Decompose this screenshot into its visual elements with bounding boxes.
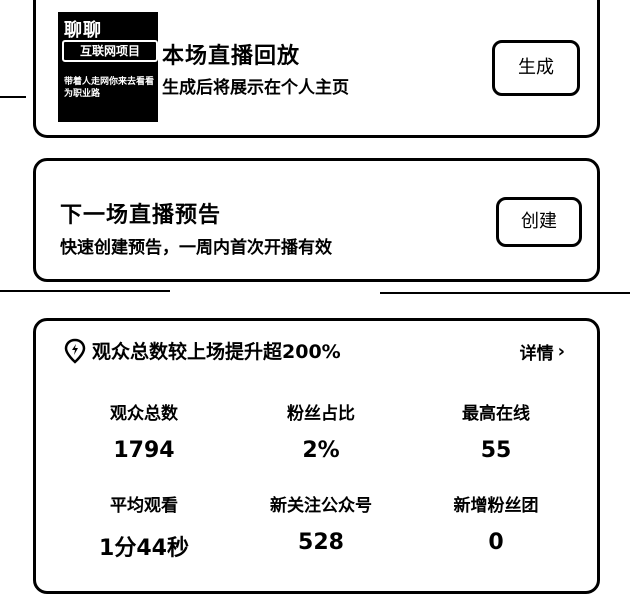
stat-fan-ratio: 粉丝占比 2% xyxy=(241,399,401,463)
stat-new-followers: 新关注公众号 528 xyxy=(241,491,401,555)
stat-label: 最高在线 xyxy=(462,404,530,424)
thumbnail-title: 聊聊 xyxy=(64,20,102,41)
stat-avg-watch: 平均观看 1分44秒 xyxy=(64,491,224,562)
stat-value: 1分44秒 xyxy=(99,536,189,561)
stat-label: 观众总数 xyxy=(110,404,178,424)
stat-value: 0 xyxy=(488,530,504,555)
stat-label: 新增粉丝团 xyxy=(453,496,539,516)
preview-subtitle: 快速创建预告，一周内首次开播有效 xyxy=(60,238,332,258)
stats-card: 观众总数较上场提升超200% 详情 › 观众总数 1794 粉丝占比 2% 最高… xyxy=(33,318,600,594)
replay-card: 聊聊 互联网项目 带着人走网你来去看看为职业路 本场直播回放 生成后将展示在个人… xyxy=(33,0,600,138)
stat-label: 粉丝占比 xyxy=(287,404,355,424)
stat-label: 平均观看 xyxy=(110,496,178,516)
divider xyxy=(380,292,630,294)
replay-thumbnail: 聊聊 互联网项目 带着人走网你来去看看为职业路 xyxy=(58,12,158,122)
stat-value: 55 xyxy=(480,438,512,463)
replay-subtitle: 生成后将展示在个人主页 xyxy=(162,78,349,98)
live-summary-page: 聊聊 互联网项目 带着人走网你来去看看为职业路 本场直播回放 生成后将展示在个人… xyxy=(0,0,634,597)
chevron-right-icon: › xyxy=(557,341,565,362)
details-link[interactable]: 详情 › xyxy=(520,339,565,364)
divider xyxy=(0,290,170,292)
generate-button[interactable]: 生成 xyxy=(492,40,580,96)
stat-peak-online: 最高在线 55 xyxy=(416,399,576,463)
insight-banner: 观众总数较上场提升超200% xyxy=(62,337,341,364)
stat-value: 1794 xyxy=(113,438,175,463)
stat-new-fan-club: 新增粉丝团 0 xyxy=(416,491,576,555)
location-pin-icon xyxy=(62,338,88,364)
thumbnail-subtitle: 互联网项目 xyxy=(62,40,158,62)
preview-title: 下一场直播预告 xyxy=(60,203,222,228)
preview-card: 下一场直播预告 快速创建预告，一周内首次开播有效 创建 xyxy=(33,158,600,282)
replay-title: 本场直播回放 xyxy=(162,44,301,69)
stat-label: 新关注公众号 xyxy=(270,496,372,516)
insight-text: 观众总数较上场提升超200% xyxy=(92,341,341,363)
stat-total-viewers: 观众总数 1794 xyxy=(64,399,224,463)
thumbnail-caption: 带着人走网你来去看看为职业路 xyxy=(64,77,155,99)
stat-value: 2% xyxy=(302,438,340,463)
details-label: 详情 xyxy=(519,344,554,364)
stat-value: 528 xyxy=(298,530,344,555)
create-button[interactable]: 创建 xyxy=(496,197,582,247)
divider xyxy=(0,96,26,98)
